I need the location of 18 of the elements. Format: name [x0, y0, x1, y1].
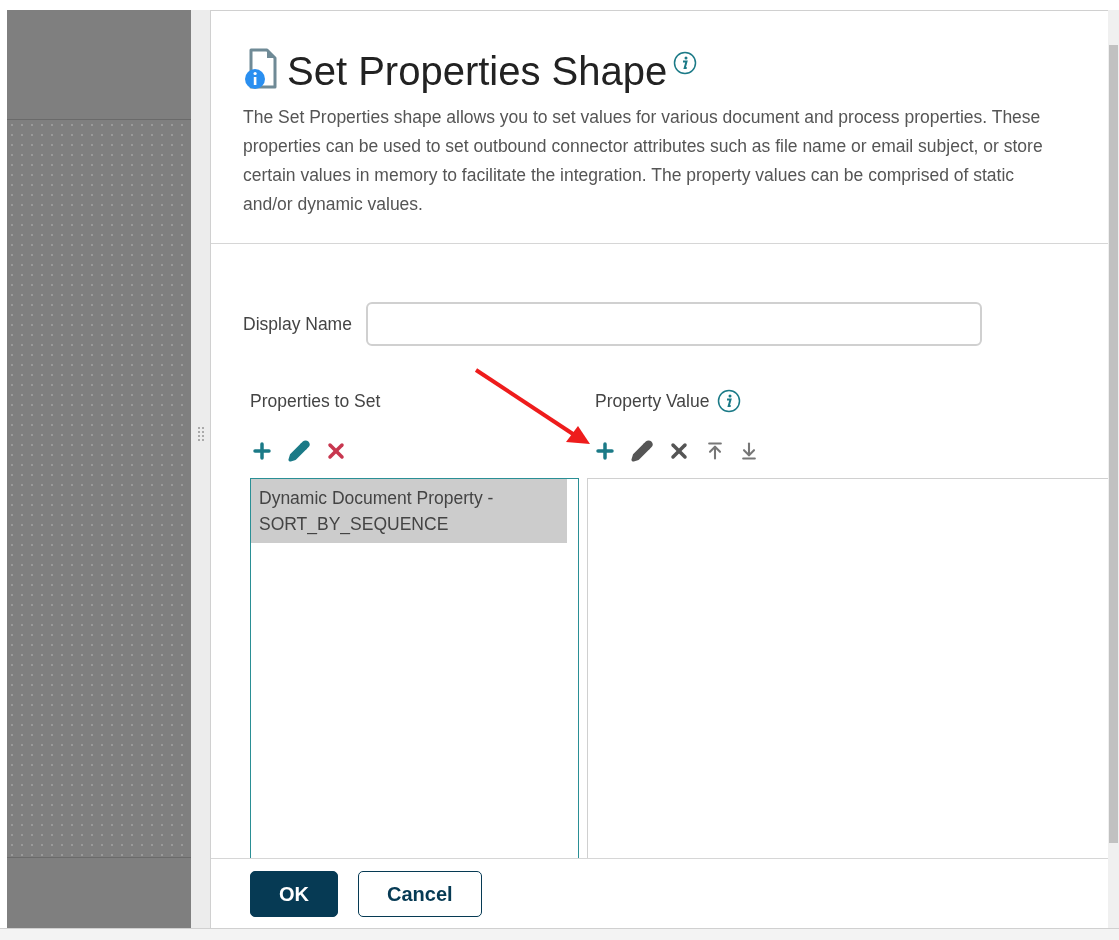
list-item[interactable]: Dynamic Document Property - SORT_BY_SEQUENCE — [251, 479, 567, 543]
move-to-top-icon[interactable] — [705, 441, 725, 461]
section-label: Property Value — [595, 389, 710, 413]
section-label: Properties to Set — [250, 390, 382, 413]
display-name-field[interactable] — [365, 302, 982, 346]
cancel-button[interactable]: Cancel — [358, 870, 482, 917]
edit-icon[interactable] — [288, 440, 310, 462]
field-label: Display Name — [243, 312, 352, 336]
add-icon[interactable] — [250, 439, 274, 463]
ok-button[interactable]: OK — [250, 870, 338, 917]
info-icon[interactable] — [673, 51, 698, 75]
add-icon[interactable] — [593, 439, 617, 463]
dialog-title: Set Properties Shape — [287, 48, 668, 95]
edit-icon[interactable] — [631, 440, 653, 462]
scrollbar[interactable] — [1108, 10, 1119, 928]
move-to-bottom-icon[interactable] — [739, 441, 759, 461]
description: The Set Properties shape allows you to set values for various document and process properties. These properties can be used to set outbound connector attributes such as file name or email subject, or store certain values in memory to facilitate the integration. The property values can be comprised of static and/or dynamic values. — [243, 106, 1043, 216]
info-icon[interactable] — [717, 389, 742, 413]
